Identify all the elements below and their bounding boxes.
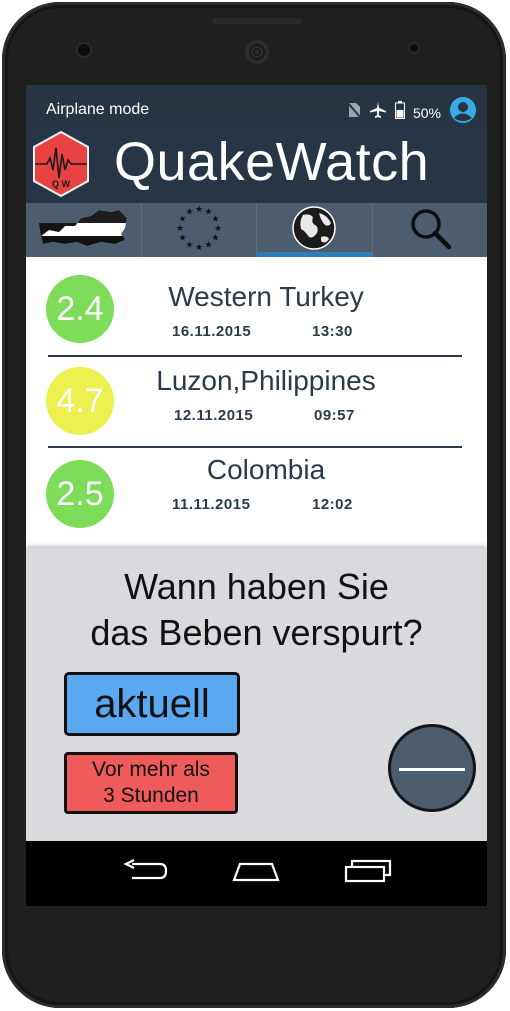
system-nav-bar bbox=[26, 841, 487, 906]
magnitude-badge: 2.5 bbox=[46, 460, 114, 528]
eu-star: ★ bbox=[195, 242, 203, 252]
magnitude-badge: 2.4 bbox=[46, 275, 114, 343]
austria-map-icon bbox=[35, 206, 131, 255]
home-icon[interactable] bbox=[228, 858, 284, 889]
eu-star: ★ bbox=[195, 204, 203, 214]
tab-europe[interactable]: ★ ★ ★ ★ ★ ★ ★ ★ ★ ★ ★ ★ bbox=[142, 203, 257, 258]
more-than-3-hours-button[interactable]: Vor mehr als 3 Stunden bbox=[64, 752, 238, 814]
battery-icon bbox=[394, 101, 405, 124]
no-sim-icon bbox=[347, 102, 361, 123]
quake-time: 12:02 bbox=[312, 496, 353, 513]
eu-stars-icon: ★ ★ ★ ★ ★ ★ ★ ★ ★ ★ ★ ★ bbox=[174, 203, 224, 258]
tab-bar: ★ ★ ★ ★ ★ ★ ★ ★ ★ ★ ★ ★ bbox=[26, 203, 487, 257]
status-bar: Airplane mode 50% bbox=[26, 85, 487, 127]
eu-star: ★ bbox=[214, 223, 222, 233]
question-line-1: Wann haben Sie bbox=[124, 566, 389, 607]
quakewatch-logo: Q W bbox=[31, 130, 91, 198]
earthquake-list[interactable]: 2.4 Western Turkey 16.11.2015 13:30 4.7 … bbox=[26, 257, 487, 553]
proximity-sensor bbox=[410, 44, 418, 52]
airplane-mode-text: Airplane mode bbox=[46, 101, 150, 118]
eu-star: ★ bbox=[176, 223, 184, 233]
minus-icon bbox=[399, 768, 465, 771]
quake-place: Western Turkey bbox=[168, 281, 364, 312]
quake-time: 13:30 bbox=[312, 323, 353, 340]
quake-date: 11.11.2015 bbox=[172, 496, 251, 513]
list-item[interactable]: 4.7 Luzon,Philippines 12.11.2015 09:57 bbox=[26, 355, 487, 445]
recent-apps-icon[interactable] bbox=[342, 857, 394, 890]
quake-date: 16.11.2015 bbox=[172, 323, 252, 340]
question-line-2: das Beben verspurt? bbox=[90, 612, 423, 653]
app-title: QuakeWatch bbox=[114, 132, 430, 192]
quake-time: 09:57 bbox=[314, 407, 355, 424]
search-icon bbox=[407, 205, 453, 256]
collapse-fab-button[interactable] bbox=[388, 724, 476, 812]
list-item[interactable]: 2.5 Colombia 11.11.2015 12:02 bbox=[26, 446, 487, 536]
eu-star: ★ bbox=[185, 206, 193, 216]
tab-search[interactable] bbox=[373, 203, 488, 257]
report-panel: Wann haben Sie das Beben verspurt? aktue… bbox=[26, 548, 487, 841]
eu-star: ★ bbox=[211, 213, 219, 223]
airplane-icon bbox=[369, 101, 387, 124]
app-header: Q W QuakeWatch bbox=[26, 127, 487, 203]
earpiece-speaker bbox=[245, 40, 269, 64]
eu-star: ★ bbox=[178, 232, 186, 242]
eu-star: ★ bbox=[185, 239, 193, 249]
tab-austria[interactable] bbox=[26, 203, 142, 257]
front-camera bbox=[78, 44, 90, 56]
top-speaker-grille bbox=[212, 18, 302, 24]
tab-world[interactable] bbox=[257, 203, 373, 257]
older-button-line-1: Vor mehr als bbox=[92, 758, 210, 781]
account-icon[interactable] bbox=[449, 96, 477, 129]
quake-place: Luzon,Philippines bbox=[156, 365, 376, 396]
logo-text: Q W bbox=[52, 179, 71, 189]
battery-percent: 50% bbox=[412, 104, 441, 121]
quake-date: 12.11.2015 bbox=[174, 407, 254, 424]
screen: Airplane mode 50% Q W QuakeWatch ★ ★ ★ ★… bbox=[26, 85, 487, 906]
phone-frame: Airplane mode 50% Q W QuakeWatch ★ ★ ★ ★… bbox=[2, 2, 506, 1008]
quake-place: Colombia bbox=[206, 454, 326, 485]
now-button[interactable]: aktuell bbox=[64, 672, 240, 736]
list-item[interactable]: 2.4 Western Turkey 16.11.2015 13:30 bbox=[26, 265, 487, 355]
globe-icon bbox=[291, 205, 337, 256]
eu-star: ★ bbox=[204, 239, 212, 249]
magnitude-badge: 4.7 bbox=[46, 367, 114, 435]
back-icon[interactable] bbox=[120, 858, 170, 889]
older-button-line-2: 3 Stunden bbox=[103, 784, 199, 807]
report-question: Wann haben Sie das Beben verspurt? bbox=[26, 564, 487, 656]
eu-star: ★ bbox=[211, 232, 219, 242]
